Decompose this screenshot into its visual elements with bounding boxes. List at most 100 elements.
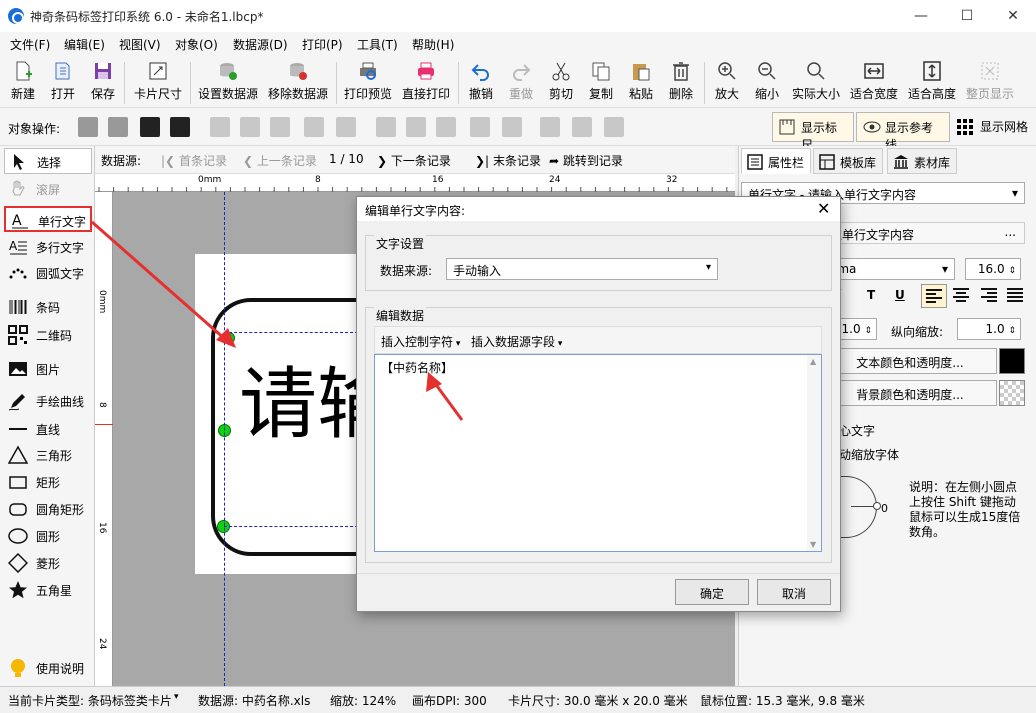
text-color-button[interactable]: 文本颜色和透明度... <box>823 348 997 374</box>
remove-datasource-button[interactable]: 移除数据源 <box>266 60 330 106</box>
menu-object[interactable]: 对象(O) <box>175 36 218 53</box>
tool-star[interactable]: 五角星 <box>4 577 92 603</box>
align-right-button[interactable] <box>977 284 1001 309</box>
font-selector[interactable]: oma ▾ <box>823 258 955 280</box>
copy-button[interactable]: 复制 <box>586 60 616 106</box>
tool-image[interactable]: 图片 <box>4 356 92 382</box>
tool-diamond[interactable]: 菱形 <box>4 550 92 576</box>
undo-button[interactable]: 撤销 <box>466 60 496 106</box>
maximize-button[interactable]: ☐ <box>944 0 990 32</box>
tool-multi-line-text[interactable]: A 多行文字 <box>4 234 92 260</box>
align-center-icon[interactable] <box>240 117 260 137</box>
open-button[interactable]: 打开 <box>48 60 78 106</box>
zoom-out-button[interactable]: 缩小 <box>752 60 782 106</box>
center-text-checkbox[interactable]: 心文字 <box>839 422 875 439</box>
set-datasource-button[interactable]: 设置数据源 <box>196 60 260 106</box>
tool-triangle[interactable]: 三角形 <box>4 442 92 468</box>
align-bottom-icon[interactable] <box>436 117 456 137</box>
fit-page-button[interactable]: 整页显示 <box>964 60 1016 106</box>
redo-button[interactable]: 重做 <box>506 60 536 106</box>
layer-bottom-icon[interactable] <box>170 117 190 137</box>
guide-line-vertical[interactable] <box>224 192 225 686</box>
menu-tools[interactable]: 工具(T) <box>357 36 398 53</box>
same-size-icon[interactable] <box>502 117 522 137</box>
vscale-spinner[interactable]: 1.0 ⇕ <box>957 318 1021 340</box>
menu-help[interactable]: 帮助(H) <box>412 36 454 53</box>
insert-field-button[interactable]: 插入数据源字段 ▾ <box>471 333 562 350</box>
menu-file[interactable]: 文件(F) <box>10 36 50 53</box>
rotation-dial-knob[interactable] <box>873 502 881 510</box>
print-preview-button[interactable]: 打印预览 <box>342 60 394 106</box>
insert-control-char-button[interactable]: 插入控制字符 ▾ <box>381 333 460 350</box>
more-button[interactable]: ... <box>1005 225 1016 239</box>
tool-circle[interactable]: 圆形 <box>4 523 92 549</box>
distribute-icon[interactable] <box>336 117 356 137</box>
justify-button[interactable] <box>1003 284 1027 309</box>
actual-size-button[interactable]: 实际大小 <box>790 60 842 106</box>
tool-rounded-rectangle[interactable]: 圆角矩形 <box>4 496 92 522</box>
tool-single-line-text[interactable]: A 单行文字 <box>4 206 92 232</box>
underline-button[interactable]: U <box>895 288 905 302</box>
show-guides-toggle[interactable]: 显示参考线 <box>856 112 950 152</box>
layer-up-icon[interactable] <box>78 117 98 137</box>
direct-print-button[interactable]: 直接打印 <box>400 60 452 106</box>
cancel-button[interactable]: 取消 <box>757 579 831 605</box>
menu-datasource[interactable]: 数据源(D) <box>233 36 288 53</box>
next-record-button[interactable]: ❯ 下一条记录 <box>377 152 451 169</box>
content-field[interactable]: 入单行文字内容... <box>823 222 1025 244</box>
paste-button[interactable]: 粘贴 <box>626 60 656 106</box>
tool-rectangle[interactable]: 矩形 <box>4 469 92 495</box>
scroll-up-icon[interactable]: ▲ <box>810 357 816 366</box>
text-color-swatch[interactable] <box>999 348 1025 374</box>
close-window-button[interactable]: ✕ <box>990 0 1036 32</box>
align-middle-icon[interactable] <box>406 117 426 137</box>
tab-properties[interactable]: 属性栏 <box>741 148 812 174</box>
lock-icon[interactable] <box>604 117 624 137</box>
content-textarea[interactable]: 【中药名称】 ▲ ▼ <box>374 354 822 552</box>
menu-edit[interactable]: 编辑(E) <box>64 36 105 53</box>
show-ruler-toggle[interactable]: 显示标尺 <box>772 112 854 152</box>
card-size-button[interactable]: 卡片尺寸 <box>132 60 184 106</box>
minimize-button[interactable]: — <box>898 0 944 32</box>
tool-scroll[interactable]: 滚屏 <box>4 176 92 202</box>
strikethrough-button[interactable]: T <box>867 288 875 302</box>
group-icon[interactable] <box>540 117 560 137</box>
card-type-dropdown-icon[interactable]: ▾ <box>174 692 179 702</box>
distribute-v-icon[interactable] <box>470 117 490 137</box>
fit-height-button[interactable]: 适合高度 <box>906 60 958 106</box>
align-left-button[interactable] <box>921 284 947 308</box>
scroll-down-icon[interactable]: ▼ <box>810 540 816 549</box>
align-right-icon[interactable] <box>270 117 290 137</box>
datasource-select[interactable]: 手动输入 ▾ <box>446 258 718 280</box>
first-record-button[interactable]: |❮ 首条记录 <box>161 152 227 169</box>
goto-record-button[interactable]: ➦ 跳转到记录 <box>549 152 623 169</box>
align-top-icon[interactable] <box>376 117 396 137</box>
ok-button[interactable]: 确定 <box>675 579 749 605</box>
tab-materials[interactable]: 素材库 <box>887 148 958 174</box>
zoom-in-button[interactable]: 放大 <box>712 60 742 106</box>
auto-shrink-checkbox[interactable]: 动缩放字体 <box>839 446 899 463</box>
layer-down-icon[interactable] <box>108 117 128 137</box>
tool-help[interactable]: 使用说明 <box>4 655 92 681</box>
ungroup-icon[interactable] <box>572 117 592 137</box>
bg-color-button[interactable]: 背景颜色和透明度... <box>823 380 997 406</box>
distribute-h-icon[interactable] <box>304 117 324 137</box>
tool-freehand[interactable]: 手绘曲线 <box>4 388 92 414</box>
last-record-button[interactable]: ❯| 末条记录 <box>475 152 541 169</box>
tool-line[interactable]: 直线 <box>4 416 92 442</box>
font-size-spinner[interactable]: 16.0 ⇕ <box>965 258 1021 280</box>
tool-select[interactable]: 选择 <box>4 148 92 174</box>
layer-top-icon[interactable] <box>140 117 160 137</box>
tool-qrcode[interactable]: 二维码 <box>4 322 92 348</box>
align-center-button[interactable] <box>949 284 973 309</box>
cut-button[interactable]: 剪切 <box>546 60 576 106</box>
save-button[interactable]: 保存 <box>88 60 118 106</box>
tab-templates[interactable]: 模板库 <box>813 148 884 174</box>
dialog-close-icon[interactable]: ✕ <box>817 199 830 218</box>
textarea-scrollbar[interactable]: ▲ ▼ <box>807 355 821 551</box>
align-left-icon[interactable] <box>210 117 230 137</box>
show-grid-toggle[interactable]: 显示网格 <box>956 118 1028 135</box>
tool-barcode[interactable]: 条码 <box>4 294 92 320</box>
tool-arc-text[interactable]: 圆弧文字 <box>4 260 92 286</box>
new-button[interactable]: 新建 <box>8 60 38 106</box>
